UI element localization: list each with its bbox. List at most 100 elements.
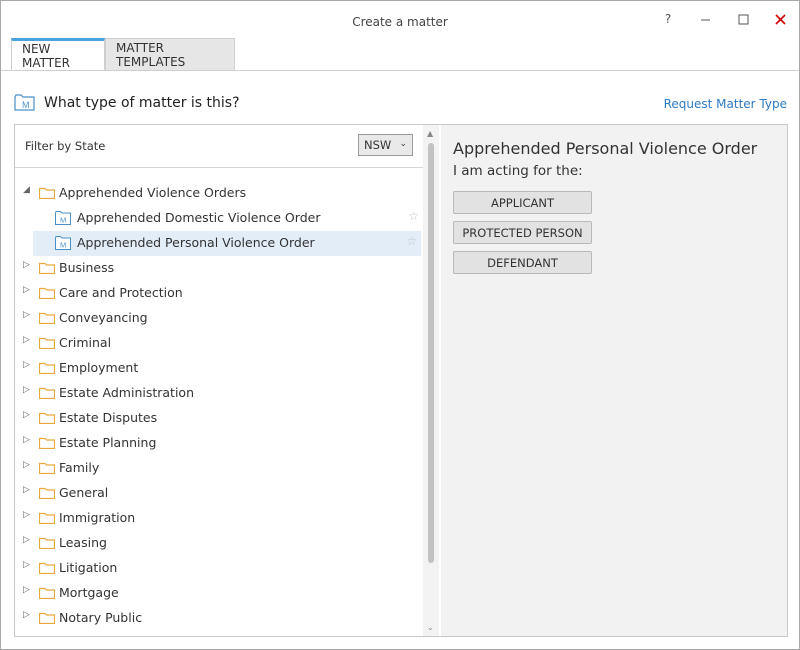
acting-for-label: I am acting for the: <box>453 163 583 179</box>
favorite-star-icon[interactable]: ☆ <box>406 234 417 248</box>
tree-item-folder[interactable]: ▷ Business <box>15 256 423 281</box>
tree-item-label: Notary Public <box>59 610 143 625</box>
scroll-down-icon[interactable]: ⌄ <box>427 623 434 632</box>
tree-item-label: Leasing <box>59 535 107 550</box>
svg-text:M: M <box>60 241 66 250</box>
folder-icon <box>39 437 55 449</box>
tree-item-folder[interactable]: ▷ General <box>15 481 423 506</box>
tree-item-label: Litigation <box>59 560 118 575</box>
collapsed-triangle-icon[interactable]: ▷ <box>23 485 30 495</box>
minimize-icon <box>700 19 710 20</box>
tree-item-label: Apprehended Violence Orders <box>59 185 247 200</box>
collapsed-triangle-icon[interactable]: ▷ <box>23 260 30 270</box>
tree-item-label: Family <box>59 460 100 475</box>
tree-item-folder[interactable]: ▷ Mortgage <box>15 581 423 606</box>
title-bar: Create a matter ? <box>1 1 799 37</box>
applicant-button[interactable]: APPLICANT <box>453 191 592 214</box>
matter-tree: ◢ Apprehended Violence Orders M Apprehen… <box>15 181 423 631</box>
matter-type-icon: M <box>55 236 71 250</box>
matter-detail-title: Apprehended Personal Violence Order <box>453 139 758 158</box>
tree-item-label: Mortgage <box>59 585 119 600</box>
close-button[interactable] <box>767 9 793 29</box>
tree-item-label: Conveyancing <box>59 310 148 325</box>
close-icon <box>774 13 786 25</box>
tab-divider <box>1 70 799 71</box>
tree-item-folder[interactable]: ▷ Family <box>15 456 423 481</box>
tree-scrollbar[interactable]: ▲ ⌄ <box>423 125 439 636</box>
folder-icon <box>39 412 55 424</box>
favorite-star-icon[interactable]: ☆ <box>408 209 419 223</box>
scroll-up-icon[interactable]: ▲ <box>427 129 433 138</box>
collapsed-triangle-icon[interactable]: ▷ <box>23 435 30 445</box>
folder-icon <box>39 537 55 549</box>
question-heading: What type of matter is this? <box>44 95 240 111</box>
tree-item-folder[interactable]: ▷ Notary Public <box>15 606 423 631</box>
collapsed-triangle-icon[interactable]: ▷ <box>23 310 30 320</box>
matter-detail-pane: Apprehended Personal Violence Order I am… <box>441 125 787 636</box>
collapsed-triangle-icon[interactable]: ▷ <box>23 335 30 345</box>
tree-item-label: Estate Disputes <box>59 410 158 425</box>
matter-type-icon: M <box>14 94 35 111</box>
collapsed-triangle-icon[interactable]: ▷ <box>23 510 30 520</box>
tree-item-folder[interactable]: ▷ Estate Administration <box>15 381 423 406</box>
tab-new-matter[interactable]: NEW MATTER <box>11 38 105 71</box>
tab-bar: NEW MATTER MATTER TEMPLATES <box>11 38 235 71</box>
folder-icon <box>39 462 55 474</box>
tab-matter-templates[interactable]: MATTER TEMPLATES <box>105 38 235 71</box>
tree-item-folder[interactable]: ▷ Litigation <box>15 556 423 581</box>
collapsed-triangle-icon[interactable]: ▷ <box>23 610 30 620</box>
tree-item-apprehended-domestic-violence-order[interactable]: M Apprehended Domestic Violence Order ☆ <box>15 206 423 231</box>
maximize-icon <box>738 14 748 24</box>
folder-icon <box>39 262 55 274</box>
folder-icon <box>39 612 55 624</box>
help-button[interactable]: ? <box>655 9 681 29</box>
scrollbar-thumb[interactable] <box>428 143 434 563</box>
tree-item-label: Care and Protection <box>59 285 183 300</box>
tree-item-label: Employment <box>59 360 139 375</box>
matter-panel: Filter by State NSW ⌄ ◢ Apprehended Viol… <box>14 124 788 637</box>
folder-icon <box>39 287 55 299</box>
matter-tree-pane: Filter by State NSW ⌄ ◢ Apprehended Viol… <box>15 125 439 636</box>
tree-item-folder[interactable]: ▷ Care and Protection <box>15 281 423 306</box>
maximize-button[interactable] <box>730 9 756 29</box>
tree-item-folder[interactable]: ▷ Criminal <box>15 331 423 356</box>
tree-item-label: Apprehended Domestic Violence Order <box>77 210 321 225</box>
tree-item-folder[interactable]: ▷ Conveyancing <box>15 306 423 331</box>
tree-item-folder[interactable]: ▷ Leasing <box>15 531 423 556</box>
collapsed-triangle-icon[interactable]: ▷ <box>23 285 30 295</box>
collapsed-triangle-icon[interactable]: ▷ <box>23 460 30 470</box>
tree-item-label: Apprehended Personal Violence Order <box>77 235 315 250</box>
collapsed-triangle-icon[interactable]: ▷ <box>23 585 30 595</box>
request-matter-type-link[interactable]: Request Matter Type <box>664 97 787 111</box>
tree-item-label: Immigration <box>59 510 136 525</box>
collapsed-triangle-icon[interactable]: ▷ <box>23 360 30 370</box>
folder-icon <box>39 512 55 524</box>
collapsed-triangle-icon[interactable]: ▷ <box>23 410 30 420</box>
expanded-triangle-icon[interactable]: ◢ <box>23 185 30 195</box>
svg-text:M: M <box>60 216 66 225</box>
folder-icon <box>39 487 55 499</box>
collapsed-triangle-icon[interactable]: ▷ <box>23 560 30 570</box>
collapsed-triangle-icon[interactable]: ▷ <box>23 535 30 545</box>
tree-item-folder[interactable]: ▷ Immigration <box>15 506 423 531</box>
tree-item-apprehended-personal-violence-order[interactable]: M Apprehended Personal Violence Order ☆ <box>33 231 421 256</box>
folder-icon <box>39 337 55 349</box>
state-select[interactable]: NSW ⌄ <box>358 134 413 156</box>
tree-item-folder[interactable]: ▷ Employment <box>15 356 423 381</box>
folder-icon <box>39 312 55 324</box>
protected-person-button[interactable]: PROTECTED PERSON <box>453 221 592 244</box>
state-select-value: NSW <box>364 138 392 152</box>
folder-icon <box>39 587 55 599</box>
tree-item-label: Criminal <box>59 335 112 350</box>
collapsed-triangle-icon[interactable]: ▷ <box>23 385 30 395</box>
defendant-button[interactable]: DEFENDANT <box>453 251 592 274</box>
tree-item-label: Estate Administration <box>59 385 195 400</box>
svg-text:M: M <box>22 100 30 110</box>
folder-icon <box>39 187 55 199</box>
tree-item-label: Estate Planning <box>59 435 157 450</box>
tree-item-apprehended-violence-orders[interactable]: ◢ Apprehended Violence Orders <box>15 181 423 206</box>
tree-item-folder[interactable]: ▷ Estate Disputes <box>15 406 423 431</box>
minimize-button[interactable] <box>692 9 718 29</box>
tree-item-folder[interactable]: ▷ Estate Planning <box>15 431 423 456</box>
filter-label: Filter by State <box>25 139 106 153</box>
